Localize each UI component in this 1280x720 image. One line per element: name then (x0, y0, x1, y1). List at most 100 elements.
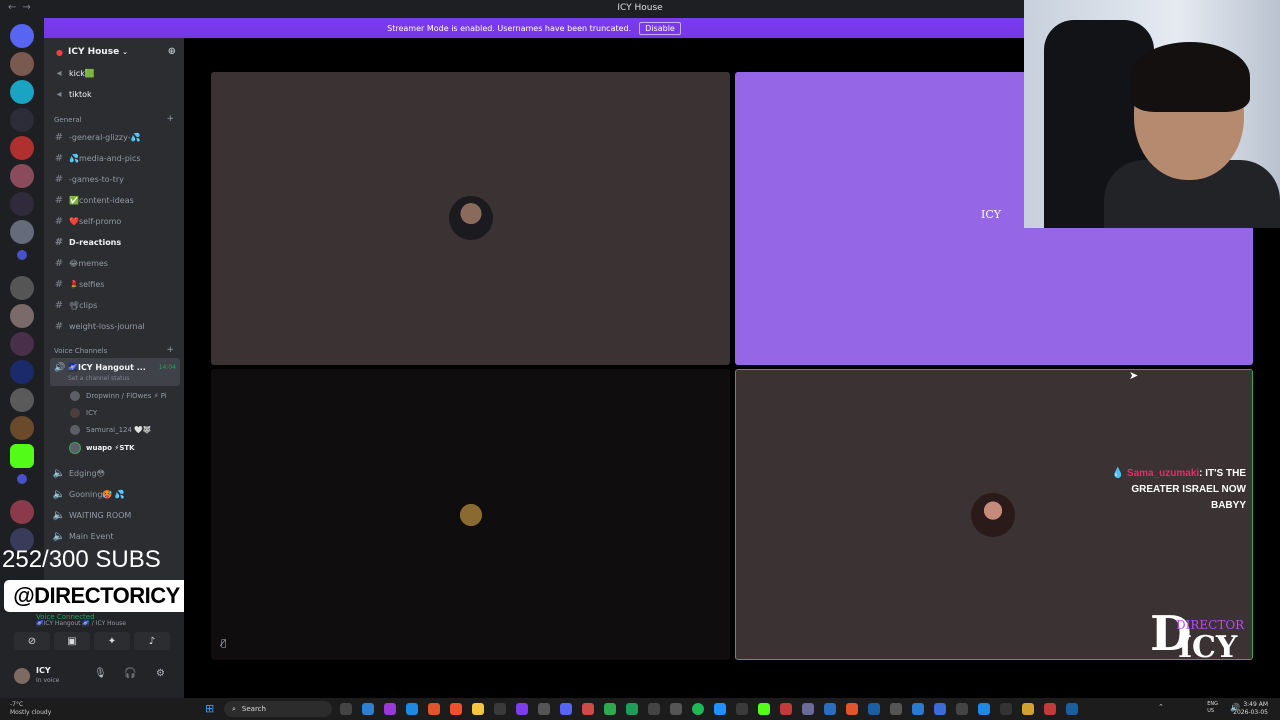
app-icon[interactable] (1000, 703, 1012, 715)
app-icon[interactable] (912, 703, 924, 715)
firefox-icon[interactable] (428, 703, 440, 715)
create-channel-icon[interactable]: + (166, 114, 174, 124)
app-icon[interactable] (384, 703, 396, 715)
discord-home-icon[interactable] (10, 24, 34, 48)
app-icon[interactable] (648, 703, 660, 715)
spotify-icon[interactable] (692, 703, 704, 715)
channel-tiktok[interactable]: ◂ tiktok (52, 86, 180, 102)
app-icon[interactable] (802, 703, 814, 715)
disable-button[interactable]: Disable (639, 21, 681, 35)
soundboard-icon[interactable]: ♪ (134, 632, 170, 650)
folder-icon[interactable] (17, 474, 27, 484)
server-icon[interactable] (10, 164, 34, 188)
chrome-icon[interactable] (604, 703, 616, 715)
video-tile[interactable] (211, 72, 730, 365)
voice-channel-gooning[interactable]: 🔈 Gooning🥵 💦 (52, 486, 180, 502)
channel-media-and-pics[interactable]: # 💦media-and-pics (52, 150, 180, 166)
participant-avatar (449, 493, 493, 537)
server-icon[interactable] (10, 52, 34, 76)
kick-icon[interactable] (758, 703, 770, 715)
app-icon[interactable] (780, 703, 792, 715)
gear-icon[interactable]: ⚙ (156, 668, 165, 679)
category-voice-channels[interactable]: Voice Channels (54, 347, 107, 355)
app-icon[interactable] (1022, 703, 1034, 715)
server-icon[interactable] (10, 500, 34, 524)
discord-icon[interactable] (560, 703, 572, 715)
channel-content-ideas[interactable]: # ✅content-ideas (52, 192, 180, 208)
voice-member[interactable]: wuapo ⚡STK (70, 441, 135, 455)
voice-location[interactable]: 🌌ICY Hangout 🌌 / ICY House (36, 620, 126, 627)
obs-icon[interactable] (582, 703, 594, 715)
windows-start-icon[interactable]: ⊞ (205, 703, 217, 715)
file-explorer-icon[interactable] (472, 703, 484, 715)
app-icon[interactable] (1066, 703, 1078, 715)
avatar[interactable] (14, 668, 30, 684)
tray-chevron-icon[interactable]: ⌃ (1158, 703, 1164, 711)
server-icon[interactable] (10, 388, 34, 412)
edge-icon[interactable] (406, 703, 418, 715)
server-icon[interactable] (10, 220, 34, 244)
voice-member[interactable]: ICY (70, 406, 97, 420)
taskbar-search[interactable]: ⌕ Search (224, 701, 332, 717)
server-icon[interactable] (10, 332, 34, 356)
kick-server-icon[interactable] (10, 444, 34, 468)
server-icon[interactable] (10, 304, 34, 328)
app-icon[interactable] (978, 703, 990, 715)
server-icon[interactable] (10, 192, 34, 216)
screen-share-icon[interactable]: ▣ (54, 632, 90, 650)
weather-widget[interactable]: -7°C Mostly cloudy (10, 701, 51, 717)
server-icon[interactable] (10, 416, 34, 440)
channel-games-to-try[interactable]: # -games-to-try (52, 171, 180, 187)
app-icon[interactable] (538, 703, 550, 715)
app-icon[interactable] (934, 703, 946, 715)
language-indicator[interactable]: ENG US (1207, 701, 1218, 715)
channel-clips[interactable]: # 📽clips (52, 297, 180, 313)
steam-icon[interactable] (868, 703, 880, 715)
channel-kick[interactable]: ◂ kick🟩 (52, 65, 180, 81)
app-icon[interactable] (846, 703, 858, 715)
app-icon[interactable] (1044, 703, 1056, 715)
voice-channel-main-event[interactable]: 🔈 Main Event (52, 528, 180, 544)
channel-selfies[interactable]: # 💄selfies (52, 276, 180, 292)
app-icon[interactable] (736, 703, 748, 715)
voice-member[interactable]: Samurai_124 🤍🐺 (70, 423, 152, 437)
server-icon[interactable] (10, 360, 34, 384)
camera-off-icon[interactable]: ⊘ (14, 632, 50, 650)
server-icon[interactable] (10, 108, 34, 132)
brave-icon[interactable] (450, 703, 462, 715)
logo-icy-text: ICY (1178, 630, 1238, 665)
voice-channel-waiting-room[interactable]: 🔈 WAITING ROOM (52, 507, 180, 523)
server-icon[interactable] (10, 276, 34, 300)
activities-icon[interactable]: ✦ (94, 632, 130, 650)
app-icon[interactable] (626, 703, 638, 715)
app-icon[interactable] (362, 703, 374, 715)
app-icon[interactable] (494, 703, 506, 715)
app-icon[interactable] (890, 703, 902, 715)
server-header[interactable]: ● ICY House ⌄ ⊕ (44, 38, 184, 66)
channel-general-glizzy[interactable]: # -general-glizzy-💦 (52, 129, 180, 145)
headphones-icon[interactable]: 🎧 (124, 668, 136, 679)
channel-weight-loss-journal[interactable]: # weight-loss-journal (52, 318, 180, 334)
app-icon[interactable] (824, 703, 836, 715)
folder-icon[interactable] (17, 250, 27, 260)
voice-member[interactable]: Dropwinn / FlOwes ⚡ Pi (70, 389, 167, 403)
system-clock[interactable]: 3:49 AM 2026-03-05 (1233, 701, 1268, 717)
microphone-icon[interactable]: 🎙 (94, 668, 107, 679)
invite-people-icon[interactable]: ⊕ (168, 46, 176, 57)
video-tile[interactable]: 🎙̸ (211, 369, 730, 660)
channel-self-promo[interactable]: # ❤️self-promo (52, 213, 180, 229)
server-icon[interactable] (10, 136, 34, 160)
app-icon[interactable] (714, 703, 726, 715)
server-icon[interactable] (10, 80, 34, 104)
x-icon[interactable] (956, 703, 968, 715)
twitch-icon[interactable] (516, 703, 528, 715)
app-icon[interactable] (670, 703, 682, 715)
active-voice-channel[interactable]: 🔊 🌌ICY Hangout ... Set a channel status … (50, 358, 180, 386)
channel-d-reactions[interactable]: # D-reactions (52, 234, 180, 250)
banner-text: Streamer Mode is enabled. Usernames have… (387, 23, 632, 33)
category-general[interactable]: General (54, 116, 82, 124)
voice-channel-edging[interactable]: 🔈 Edging😳 (52, 465, 180, 481)
create-channel-icon[interactable]: + (166, 345, 174, 355)
task-view-icon[interactable] (340, 703, 352, 715)
channel-memes[interactable]: # 😂memes (52, 255, 180, 271)
